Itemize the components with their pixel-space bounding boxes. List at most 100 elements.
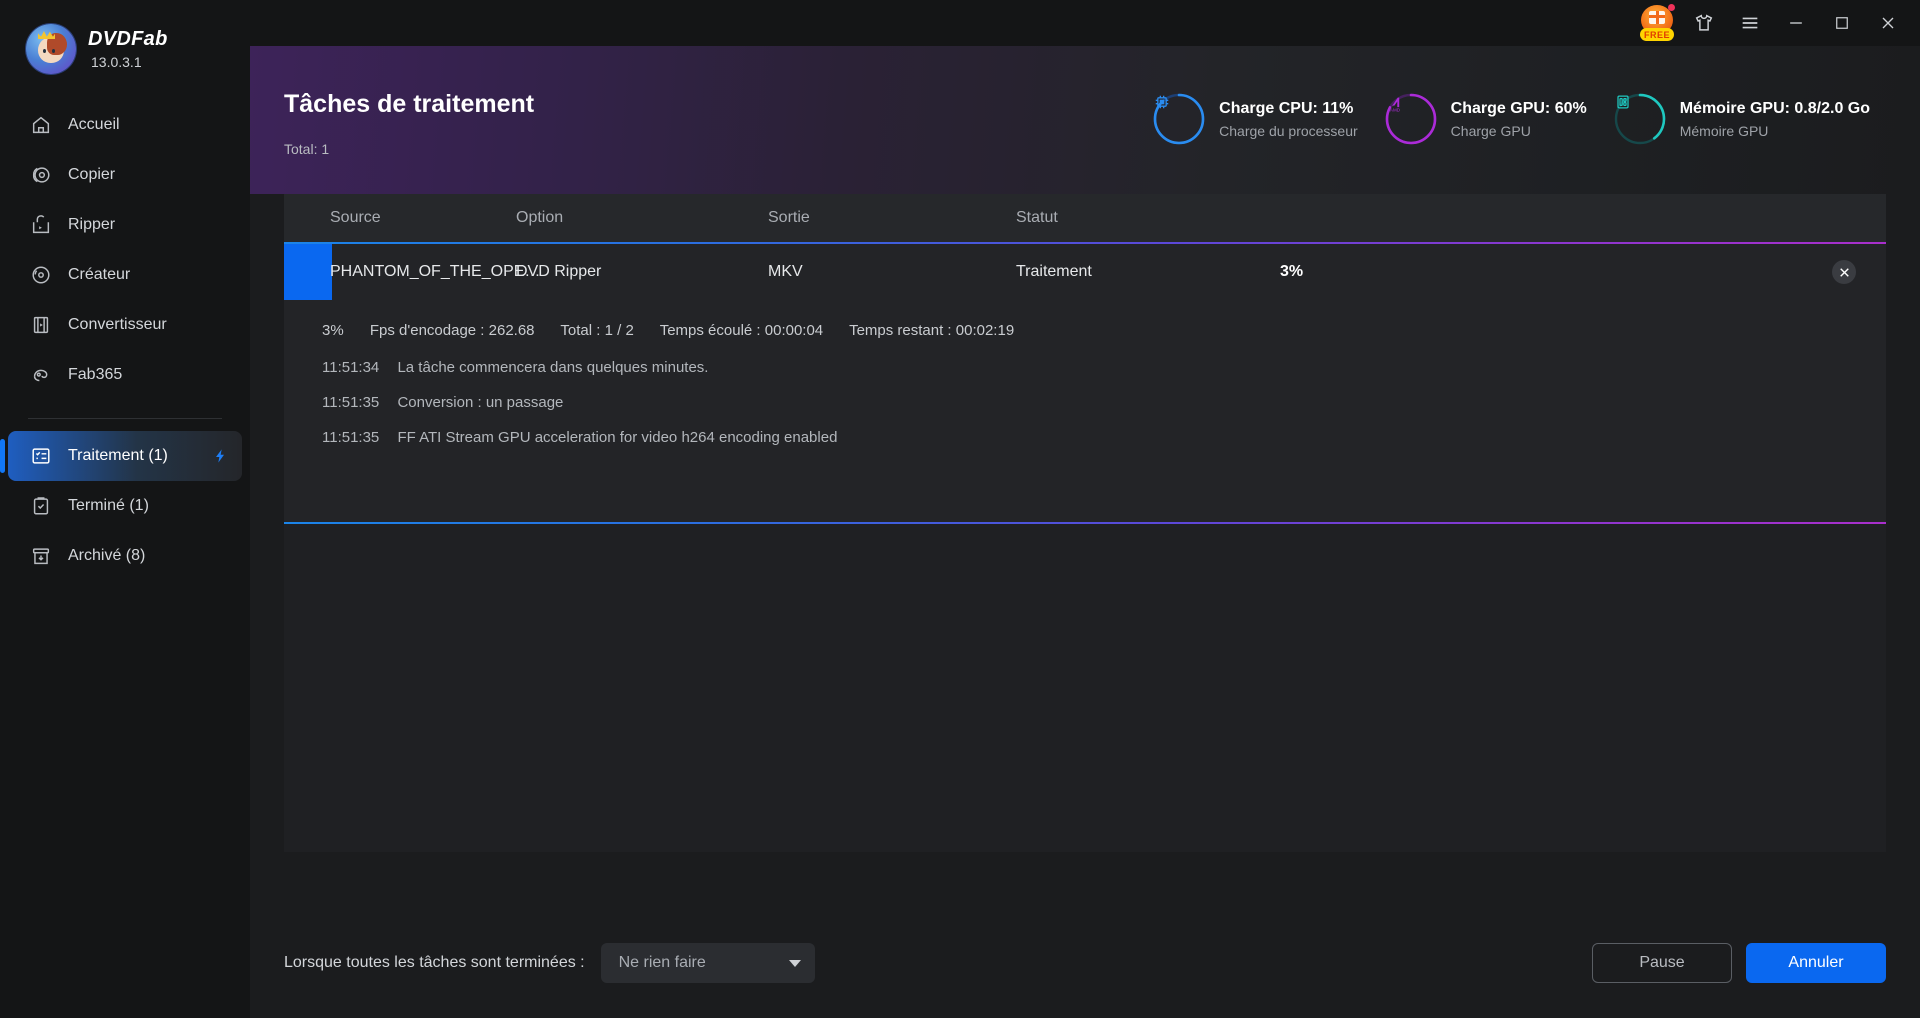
creator-disc-icon <box>32 266 50 284</box>
log-text: FF ATI Stream GPU acceleration for video… <box>397 429 838 446</box>
column-header-source: Source <box>330 209 381 226</box>
menu-button[interactable] <box>1728 1 1772 45</box>
svg-text:AMD: AMD <box>1390 107 1401 112</box>
gpu-memory-value: Mémoire GPU: 0.8/2.0 Go <box>1679 99 1870 117</box>
gift-icon: FREE <box>1636 1 1680 45</box>
detail-fps: Fps d'encodage : 262.68 <box>369 322 535 339</box>
detail-remaining: Temps restant : 00:02:19 <box>849 322 1015 339</box>
sidebar-divider <box>28 418 222 419</box>
copy-disc-icon <box>32 167 50 183</box>
task-panel: PHANTOM_OF_THE_OPE… DVD Ripper MKV Trait… <box>284 242 1886 524</box>
sidebar-item-accueil[interactable]: Accueil <box>8 100 242 150</box>
brand-name: DVDFab <box>88 28 168 50</box>
stat-gpu-memory: Mémoire GPU: 0.8/2.0 Go Mémoire GPU <box>1613 92 1896 146</box>
clipboard-check-icon <box>33 497 49 515</box>
stat-gpu: AMD Charge GPU: 60% Charge GPU <box>1384 92 1613 146</box>
column-header-option: Option <box>516 209 564 226</box>
store-button[interactable] <box>1682 1 1726 45</box>
hamburger-menu-icon <box>1742 17 1758 29</box>
maximize-icon <box>1836 17 1848 29</box>
sidebar-item-termine[interactable]: Terminé (1) <box>8 481 242 531</box>
table-row[interactable]: PHANTOM_OF_THE_OPE… DVD Ripper MKV Trait… <box>284 244 1886 300</box>
cell-option: DVD Ripper <box>516 263 602 280</box>
list-item: 11:51:35 FF ATI Stream GPU acceleration … <box>322 429 1886 446</box>
sidebar-item-label: Ripper <box>68 216 116 233</box>
sidebar-item-ripper[interactable]: Ripper <box>8 200 242 250</box>
detail-total: Total : 1 / 2 <box>560 322 634 339</box>
free-gift-button[interactable]: FREE <box>1636 1 1680 45</box>
fab365-icon <box>33 369 48 382</box>
stat-cpu: Charge CPU: 11% Charge du processeur <box>1152 92 1384 146</box>
close-button[interactable] <box>1866 1 1910 45</box>
footer-bar: Lorsque toutes les tâches sont terminées… <box>284 908 1886 1018</box>
table-header-row: Source Option Sortie Statut <box>284 194 1886 242</box>
sidebar-item-label: Archivé (8) <box>68 547 146 564</box>
maximize-button[interactable] <box>1820 1 1864 45</box>
sidebar-nav: Accueil Copier Ripper Créateur Convertis… <box>0 100 250 581</box>
memory-chip-icon <box>1617 95 1629 109</box>
cpu-chip-icon <box>1155 95 1169 109</box>
detail-percent: 3% <box>322 322 344 339</box>
after-tasks-value: Ne rien faire <box>618 954 706 971</box>
main-area: FREE Cadeau gratuit Tâches de traite <box>250 0 1920 1018</box>
close-icon <box>1839 267 1849 277</box>
close-icon <box>1882 17 1894 29</box>
gpu-load-value: Charge GPU: 60% <box>1450 99 1587 117</box>
cell-progress-percent: 3% <box>1280 263 1304 280</box>
dvdfab-window: DVDFab 13.0.3.1 Accueil Copier Ripper Cr… <box>0 0 1920 1018</box>
minimize-button[interactable] <box>1774 1 1818 45</box>
task-detail: 3% Fps d'encodage : 262.68 Total : 1 / 2… <box>284 300 1886 522</box>
after-tasks-label: Lorsque toutes les tâches sont terminées… <box>284 954 585 971</box>
sidebar-item-label: Accueil <box>68 116 120 133</box>
sidebar-item-label: Fab365 <box>68 366 123 383</box>
cell-sortie: MKV <box>768 263 803 280</box>
log-text: La tâche commencera dans quelques minute… <box>397 359 709 376</box>
archive-icon <box>32 548 50 565</box>
cancel-button[interactable]: Annuler <box>1746 943 1886 983</box>
column-header-sortie: Sortie <box>768 209 810 226</box>
sidebar-item-label: Traitement (1) <box>68 447 168 464</box>
sidebar-item-label: Convertisseur <box>68 316 167 333</box>
log-text: Conversion : un passage <box>397 394 564 411</box>
sidebar-item-traitement[interactable]: Traitement (1) <box>0 431 242 481</box>
sidebar-item-fab365[interactable]: Fab365 <box>8 350 242 400</box>
amd-logo-icon: AMD <box>1390 97 1401 112</box>
gpu-memory-ring <box>1613 92 1667 146</box>
after-tasks-select[interactable]: Ne rien faire <box>600 943 815 983</box>
sidebar-item-archive[interactable]: Archivé (8) <box>8 531 242 581</box>
detail-elapsed: Temps écoulé : 00:00:04 <box>659 322 824 339</box>
sidebar-item-copier[interactable]: Copier <box>8 150 242 200</box>
log-time: 11:51:34 <box>322 359 380 376</box>
ripper-icon <box>32 215 50 234</box>
film-icon <box>33 316 49 334</box>
tasks-list-icon <box>32 448 50 464</box>
log-time: 11:51:35 <box>322 429 380 446</box>
task-table: Source Option Sortie Statut PHANTOM_OF_T… <box>284 194 1886 908</box>
minimize-icon <box>1790 22 1802 24</box>
sidebar: DVDFab 13.0.3.1 Accueil Copier Ripper Cr… <box>0 0 250 1018</box>
cpu-load-label: Charge du processeur <box>1219 122 1358 139</box>
sidebar-item-convertisseur[interactable]: Convertisseur <box>8 300 242 350</box>
sidebar-item-label: Terminé (1) <box>68 497 149 514</box>
app-version: 13.0.3.1 <box>91 54 142 70</box>
gpu-ring: AMD <box>1384 92 1438 146</box>
cell-statut: Traitement <box>1016 263 1092 280</box>
gpu-load-label: Charge GPU <box>1450 122 1531 139</box>
pause-button[interactable]: Pause <box>1592 943 1732 983</box>
chevron-down-icon <box>788 959 801 967</box>
sidebar-item-createur[interactable]: Créateur <box>8 250 242 300</box>
task-detail-stats: 3% Fps d'encodage : 262.68 Total : 1 / 2… <box>322 322 1886 339</box>
list-item: 11:51:34 La tâche commencera dans quelqu… <box>322 359 1886 376</box>
list-item: 11:51:35 Conversion : un passage <box>322 394 1886 411</box>
brand: DVDFab 13.0.3.1 <box>0 0 250 74</box>
log-time: 11:51:35 <box>322 394 380 411</box>
notification-dot <box>1668 4 1675 11</box>
sidebar-item-label: Créateur <box>68 266 131 283</box>
task-total-count: Total: 1 <box>284 141 330 157</box>
cpu-load-value: Charge CPU: 11% <box>1219 99 1354 117</box>
gpu-memory-label: Mémoire GPU <box>1679 122 1769 139</box>
dvdfab-logo-icon <box>26 24 76 74</box>
cancel-task-button[interactable] <box>1832 260 1856 284</box>
sidebar-item-label: Copier <box>68 166 116 183</box>
cpu-ring <box>1152 92 1206 146</box>
